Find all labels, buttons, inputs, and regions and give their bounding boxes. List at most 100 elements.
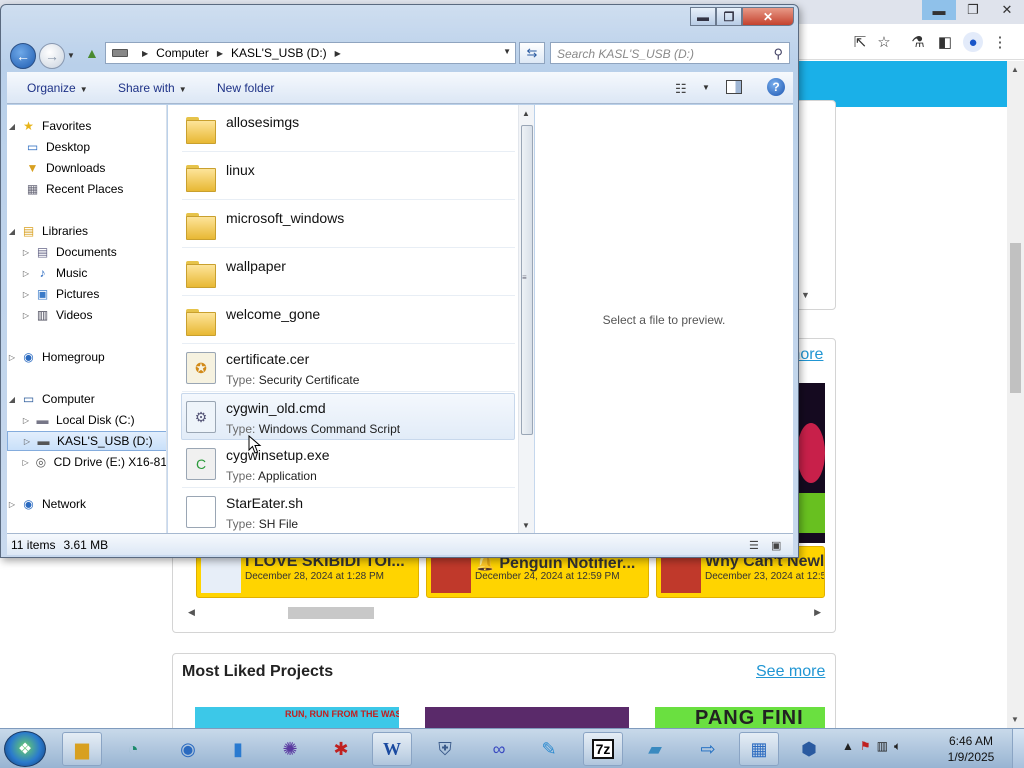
view-options-dropdown-icon[interactable]: ▼	[702, 83, 710, 92]
large-icons-view-icon[interactable]: ▣	[771, 539, 781, 552]
forward-button[interactable]: →	[39, 43, 65, 69]
scrollbar-thumb[interactable]	[1010, 243, 1021, 393]
change-view-icon[interactable]: ☷	[675, 81, 687, 97]
liked-project-thumbnail[interactable]	[425, 707, 629, 728]
organize-button[interactable]: Organize ▼	[27, 81, 88, 95]
clock[interactable]: 6:46 AM 1/9/2025	[936, 733, 1006, 765]
search-input[interactable]	[557, 46, 767, 61]
liked-project-thumbnail[interactable]: RUN, RUN FROM THE WASPS!	[195, 707, 399, 728]
nav-item-documents[interactable]: ▷ ▤ Documents	[7, 242, 166, 262]
taskbar-game-ball-icon[interactable]: ✺	[270, 732, 310, 766]
nav-item-usb-drive[interactable]: ▷ ▬ KASL'S_USB (D:)	[7, 431, 166, 451]
taskbar-infinity-icon[interactable]: ∞	[479, 732, 519, 766]
nav-item-recent-places[interactable]: ▦ Recent Places	[7, 179, 166, 199]
scroll-down-arrow-icon[interactable]: ▼	[1011, 715, 1019, 724]
nav-item-desktop[interactable]: ▭ Desktop	[7, 137, 166, 157]
nav-item-homegroup[interactable]: ▷ ◉ Homegroup	[7, 347, 166, 367]
taskbar-notepad-icon[interactable]: ▰	[635, 732, 675, 766]
taskbar-control-panel-icon[interactable]: ▦	[739, 732, 779, 766]
start-button[interactable]: ❖	[4, 731, 46, 767]
see-more-link[interactable]: See more	[756, 663, 825, 681]
taskbar-paint-icon[interactable]: ✎	[529, 732, 569, 766]
help-icon[interactable]: ?	[767, 78, 785, 96]
address-bar[interactable]: ▶ Computer ▶ KASL'S_USB (D:) ▶ ▼	[105, 42, 516, 64]
file-list-item[interactable]: allosesimgs	[182, 105, 515, 152]
search-icon[interactable]: ⚲	[773, 46, 783, 62]
collapse-arrow-icon[interactable]: ◢	[7, 122, 17, 131]
tray-expand-icon[interactable]: ▲	[842, 739, 854, 754]
nav-item-network[interactable]: ▷ ◉ Network	[7, 494, 166, 514]
breadcrumb-item[interactable]: Computer	[156, 46, 209, 60]
scroll-up-arrow-icon[interactable]: ▲	[1011, 65, 1019, 74]
bookmark-star-icon[interactable]: ☆	[874, 32, 894, 52]
taskbar-explorer-icon[interactable]: ▆	[62, 732, 102, 766]
scroll-right-arrow-icon[interactable]: ▶	[814, 607, 821, 618]
file-list-item[interactable]: linux	[182, 153, 515, 200]
breadcrumb-separator-icon[interactable]: ▶	[142, 49, 148, 58]
liked-project-thumbnail[interactable]: PANG FINI	[655, 707, 825, 728]
scroll-up-arrow-icon[interactable]: ▲	[522, 109, 530, 118]
expand-arrow-icon[interactable]: ▷	[21, 269, 31, 278]
file-list-item[interactable]: C cygwinsetup.exe Type: Application	[182, 441, 515, 488]
volume-icon[interactable]: 🔈︎	[894, 739, 901, 754]
search-box[interactable]: ⚲	[550, 42, 790, 64]
network-status-icon[interactable]: ▥	[877, 739, 888, 754]
nav-item-videos[interactable]: ▷ ▥ Videos	[7, 305, 166, 325]
file-list-item[interactable]: welcome_gone	[182, 297, 515, 344]
expand-arrow-icon[interactable]: ▷	[21, 248, 31, 257]
nav-item-local-disk[interactable]: ▷ ▬ Local Disk (C:)	[7, 410, 166, 430]
file-list-item[interactable]: ✪ certificate.cer Type: Security Certifi…	[182, 345, 515, 392]
taskbar-security-icon[interactable]: ⛨	[425, 732, 465, 766]
scroll-left-arrow-icon[interactable]: ◀	[188, 607, 195, 618]
taskbar-usb-drive-icon[interactable]: ▮	[218, 732, 258, 766]
collapse-arrow-icon[interactable]: ◢	[7, 227, 17, 236]
breadcrumb-separator-icon[interactable]: ▶	[217, 49, 223, 58]
expand-arrow-icon[interactable]: ▷	[21, 311, 31, 320]
nav-item-libraries[interactable]: ◢ ▤ Libraries	[7, 221, 166, 241]
browser-close-button[interactable]: ✕	[990, 0, 1024, 20]
action-center-flag-icon[interactable]: ⚑	[860, 739, 871, 754]
expand-arrow-icon[interactable]: ▷	[7, 500, 17, 509]
back-button[interactable]: ←	[10, 43, 36, 69]
refresh-button[interactable]: ⇆	[519, 42, 545, 64]
nav-item-computer[interactable]: ◢ ▭ Computer	[7, 389, 166, 409]
close-button[interactable]: ✕	[742, 7, 794, 26]
file-list-item[interactable]: microsoft_windows	[182, 201, 515, 248]
collapse-arrow-icon[interactable]: ◢	[7, 395, 17, 404]
file-list-item[interactable]: ⚙ cygwin_old.cmd Type: Windows Command S…	[181, 393, 515, 440]
side-panel-icon[interactable]: ◧	[935, 32, 955, 52]
preview-pane-icon[interactable]	[726, 80, 742, 94]
maximize-button[interactable]: ❐	[716, 7, 742, 26]
taskbar-browser-icon[interactable]: ◔	[113, 732, 153, 766]
labs-flask-icon[interactable]: ⚗	[908, 32, 928, 52]
scroll-down-arrow-icon[interactable]: ▼	[522, 521, 530, 530]
expand-arrow-icon[interactable]: ▷	[7, 353, 17, 362]
taskbar-virtualbox-icon[interactable]: ⬢	[789, 732, 829, 766]
menu-kebab-icon[interactable]: ⋮	[990, 32, 1010, 52]
chevron-down-icon[interactable]: ▼	[801, 290, 810, 300]
up-folder-icon[interactable]: ▲	[85, 45, 99, 61]
expand-arrow-icon[interactable]: ▷	[21, 416, 31, 425]
new-folder-button[interactable]: New folder	[217, 81, 274, 95]
address-dropdown-icon[interactable]: ▼	[503, 47, 511, 56]
scrollbar-thumb[interactable]	[288, 607, 374, 619]
taskbar-spider-game-icon[interactable]: ✱	[321, 732, 361, 766]
recent-pages-dropdown-icon[interactable]: ▼	[67, 51, 75, 60]
nav-item-music[interactable]: ▷ ♪ Music	[7, 263, 166, 283]
expand-arrow-icon[interactable]: ▷	[21, 458, 30, 467]
share-with-button[interactable]: Share with ▼	[118, 81, 187, 95]
file-list-scrollbar[interactable]: ▲ ≡ ▼	[518, 105, 534, 533]
share-icon[interactable]: ⇱	[850, 32, 870, 52]
profile-avatar-icon[interactable]: ●	[963, 32, 983, 52]
projects-horizontal-scrollbar[interactable]: ◀ ▶	[182, 604, 825, 621]
file-list-item[interactable]: wallpaper	[182, 249, 515, 296]
breadcrumb-separator-icon[interactable]: ▶	[335, 49, 341, 58]
breadcrumb-item[interactable]: KASL'S_USB (D:)	[231, 46, 327, 60]
taskbar-7zip-icon[interactable]: 7z	[583, 732, 623, 766]
taskbar-remote-desktop-icon[interactable]: ⇨	[688, 732, 728, 766]
taskbar-network-globe-icon[interactable]: ◉	[168, 732, 208, 766]
file-list-item[interactable]: StarEater.sh Type: SH File	[182, 489, 515, 533]
minimize-button[interactable]: ▬	[690, 7, 716, 26]
nav-item-favorites[interactable]: ◢ ★ Favorites	[7, 116, 166, 136]
show-desktop-button[interactable]	[1012, 729, 1024, 768]
